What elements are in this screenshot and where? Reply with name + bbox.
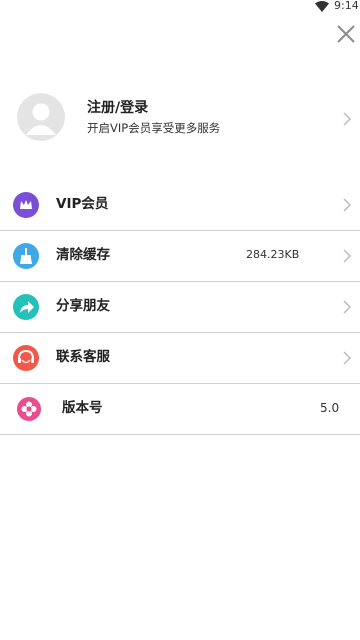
menu-item-label: 版本号	[62, 400, 103, 416]
broom-icon	[13, 243, 39, 269]
menu-item-label: VIP会员	[56, 196, 109, 212]
share-icon	[13, 294, 39, 320]
chevron-right-icon	[343, 112, 351, 126]
menu-item-label: 联系客服	[56, 349, 110, 365]
login-title: 注册/登录	[87, 100, 149, 116]
flower-icon	[17, 397, 41, 421]
customer-service-icon	[13, 345, 39, 371]
version-value: 5.0	[320, 401, 340, 415]
crown-icon	[13, 192, 39, 218]
login-subtitle: 开启VIP会员享受更多服务	[87, 121, 221, 135]
chevron-right-icon	[343, 300, 351, 314]
close-icon[interactable]	[335, 23, 357, 45]
menu-item-customer-service[interactable]: 联系客服	[0, 333, 360, 384]
default-avatar-icon	[17, 93, 65, 141]
wifi-icon	[315, 1, 329, 12]
status-time: 9:14	[334, 0, 359, 12]
chevron-right-icon	[343, 249, 351, 263]
status-bar: 9:14	[0, 0, 360, 14]
menu-item-clear-cache[interactable]: 清除缓存 284.23KB	[0, 231, 360, 282]
menu-item-version: 版本号 5.0	[0, 384, 360, 435]
menu-item-share[interactable]: 分享朋友	[0, 282, 360, 333]
chevron-right-icon	[343, 351, 351, 365]
cache-size-value: 284.23KB	[246, 248, 300, 261]
menu-item-vip[interactable]: VIP会员	[0, 180, 360, 231]
menu-item-label: 清除缓存	[56, 247, 110, 263]
settings-menu: VIP会员 清除缓存 284.23KB 分享朋友 联系客服 版本号 5.0	[0, 180, 360, 435]
login-profile-row[interactable]: 注册/登录 开启VIP会员享受更多服务	[0, 88, 360, 150]
menu-item-label: 分享朋友	[56, 298, 110, 314]
chevron-right-icon	[343, 198, 351, 212]
